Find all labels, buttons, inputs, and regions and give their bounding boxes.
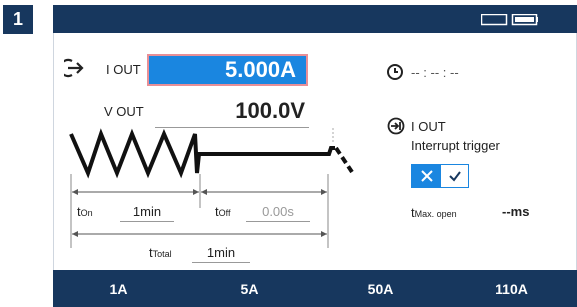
t-total-label: tTotal xyxy=(149,245,172,260)
disable-option[interactable] xyxy=(412,165,441,187)
enable-option[interactable] xyxy=(441,165,468,187)
battery-indicator-icon xyxy=(481,14,538,26)
iout-label: I OUT xyxy=(106,62,141,77)
interrupt-trigger-icon xyxy=(387,117,405,135)
preset-1a[interactable]: 1A xyxy=(53,270,184,307)
t-max-open-label: tMax. open xyxy=(411,205,457,220)
check-icon xyxy=(448,171,461,182)
vout-value-field[interactable]: 100.0V xyxy=(155,97,309,128)
preset-5a[interactable]: 5A xyxy=(184,270,315,307)
t-total-value[interactable]: 1min xyxy=(192,245,250,263)
preset-110a[interactable]: 110A xyxy=(446,270,577,307)
sawtooth-waveform xyxy=(69,128,335,179)
t-max-open-value: --ms xyxy=(502,204,530,219)
clock-value: -- : -- : -- xyxy=(411,65,459,80)
waveform-diagram xyxy=(69,128,354,248)
clock-icon xyxy=(387,64,403,80)
t-on-value[interactable]: 1min xyxy=(120,204,174,222)
continuation-dashed-line xyxy=(334,146,354,174)
t-off-value[interactable]: 0.00s xyxy=(246,204,310,222)
close-icon xyxy=(420,170,433,182)
interrupt-label: I OUT xyxy=(411,119,446,134)
output-arrow-icon xyxy=(64,58,84,78)
step-badge: 1 xyxy=(3,5,33,34)
t-on-label: tOn xyxy=(77,204,93,219)
preset-bar: 1A 5A 50A 110A xyxy=(53,270,577,307)
top-status-bar xyxy=(53,5,577,33)
iout-value-field[interactable]: 5.000A xyxy=(147,54,308,86)
vout-label: V OUT xyxy=(104,104,144,119)
t-off-label: tOff xyxy=(215,204,231,219)
preset-50a[interactable]: 50A xyxy=(315,270,446,307)
interrupt-description: Interrupt trigger xyxy=(411,138,500,153)
interrupt-toggle[interactable] xyxy=(411,164,469,188)
